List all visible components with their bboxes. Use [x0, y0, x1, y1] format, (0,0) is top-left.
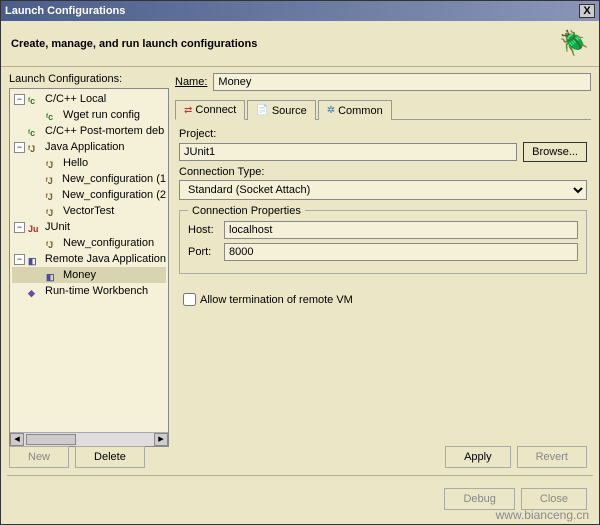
connection-properties-legend: Connection Properties: [188, 205, 305, 217]
tree-item-label: Run-time Workbench: [45, 283, 148, 299]
tab-source[interactable]: 📄 Source: [247, 100, 315, 120]
tree-item-label: Hello: [63, 155, 88, 171]
tree-item-label: Java Application: [45, 139, 125, 155]
watermark: www.bianceng.cn: [496, 508, 589, 522]
tab-connect[interactable]: ⇄ Connect: [175, 100, 245, 120]
tree-item-label: C/C++ Local: [45, 91, 106, 107]
expand-icon[interactable]: −: [14, 142, 25, 153]
source-icon: 📄: [256, 105, 268, 116]
window-title: Launch Configurations: [5, 5, 579, 17]
tree-item[interactable]: ᶠJNew_configuration: [12, 235, 166, 251]
j-icon: ᶠJ: [46, 157, 60, 169]
j-icon: ᶠJ: [28, 141, 42, 153]
tab-common[interactable]: ✲ Common: [318, 100, 392, 120]
delete-button[interactable]: Delete: [75, 446, 145, 468]
tree-item-label: Wget run config: [63, 107, 140, 123]
close-icon[interactable]: X: [579, 4, 595, 18]
common-icon: ✲: [327, 105, 335, 116]
allow-termination-label: Allow termination of remote VM: [200, 294, 353, 306]
allow-termination-checkbox[interactable]: [183, 293, 196, 306]
port-input[interactable]: [224, 243, 578, 261]
tree-item[interactable]: −ᶠJJava Application: [12, 139, 166, 155]
j-icon: ᶠJ: [46, 237, 60, 249]
j-icon: ᶠJ: [46, 205, 60, 217]
project-input[interactable]: [179, 143, 517, 161]
c-icon: ᶠc: [28, 93, 42, 105]
tree-item[interactable]: −ᶠcC/C++ Local: [12, 91, 166, 107]
connection-type-select[interactable]: Standard (Socket Attach): [179, 180, 587, 200]
tab-bar: ⇄ Connect 📄 Source ✲ Common: [175, 99, 591, 120]
connect-icon: ⇄: [184, 105, 192, 116]
tree-item-label: Remote Java Application: [45, 251, 166, 267]
ju-icon: Ju: [28, 221, 42, 233]
c-icon: ᶠc: [46, 109, 60, 121]
tree-item[interactable]: ᶠJVectorTest: [12, 203, 166, 219]
horizontal-scrollbar[interactable]: ◂ ▸: [10, 432, 168, 446]
tab-label: Connect: [195, 104, 236, 116]
tree-item[interactable]: −◧Remote Java Application: [12, 251, 166, 267]
tree-item-label: New_configuration (1: [62, 171, 166, 187]
tree-item-label: C/C++ Post-mortem deb: [45, 123, 164, 139]
config-tree-container: −ᶠcC/C++ LocalᶠcWget run configᶠcC/C++ P…: [9, 88, 169, 447]
tree-item-label: New_configuration: [63, 235, 154, 251]
tree-item-label: VectorTest: [63, 203, 114, 219]
tree-item-label: JUnit: [45, 219, 70, 235]
r-icon: ◧: [46, 269, 60, 281]
tree-item[interactable]: ᶠJNew_configuration (2: [12, 187, 166, 203]
scroll-left-icon[interactable]: ◂: [10, 433, 24, 446]
tree-item[interactable]: ᶠcC/C++ Post-mortem deb: [12, 123, 166, 139]
name-input[interactable]: [213, 73, 591, 91]
rt-icon: ◆: [28, 285, 42, 297]
tab-label: Source: [272, 105, 307, 117]
expand-icon[interactable]: −: [14, 254, 25, 265]
connection-properties-group: Connection Properties Host: Port:: [179, 210, 587, 274]
bug-icon: 🪲: [559, 29, 589, 58]
tree-item-label: New_configuration (2: [62, 187, 166, 203]
tree-item[interactable]: ◧Money: [12, 267, 166, 283]
connection-type-label: Connection Type:: [179, 166, 587, 178]
tree-item[interactable]: −JuJUnit: [12, 219, 166, 235]
port-label: Port:: [188, 246, 224, 258]
revert-button[interactable]: Revert: [517, 446, 587, 468]
scroll-right-icon[interactable]: ▸: [154, 433, 168, 446]
c-icon: ᶠc: [28, 125, 42, 137]
project-label: Project:: [179, 128, 587, 140]
j-icon: ᶠJ: [46, 189, 59, 201]
tree-item[interactable]: ◆Run-time Workbench: [12, 283, 166, 299]
tree-item[interactable]: ᶠJHello: [12, 155, 166, 171]
tree-item[interactable]: ᶠcWget run config: [12, 107, 166, 123]
host-label: Host:: [188, 224, 224, 236]
expand-icon[interactable]: −: [14, 94, 25, 105]
browse-button[interactable]: Browse...: [523, 142, 587, 162]
separator: [7, 475, 593, 476]
debug-button[interactable]: Debug: [444, 488, 514, 510]
host-input[interactable]: [224, 221, 578, 239]
header-text: Create, manage, and run launch configura…: [11, 38, 559, 50]
tree-item[interactable]: ᶠJNew_configuration (1: [12, 171, 166, 187]
config-tree[interactable]: −ᶠcC/C++ LocalᶠcWget run configᶠcC/C++ P…: [10, 89, 168, 399]
close-button[interactable]: Close: [521, 488, 587, 510]
apply-button[interactable]: Apply: [445, 446, 511, 468]
expand-icon[interactable]: −: [14, 222, 25, 233]
new-button[interactable]: New: [9, 446, 69, 468]
name-label: Name:: [175, 76, 207, 88]
tree-item-label: Money: [63, 267, 96, 283]
r-icon: ◧: [28, 253, 42, 265]
launch-config-dialog: Launch Configurations X Create, manage, …: [0, 0, 600, 525]
scroll-thumb[interactable]: [26, 434, 76, 445]
header: Create, manage, and run launch configura…: [1, 21, 599, 66]
j-icon: ᶠJ: [46, 173, 59, 185]
titlebar: Launch Configurations X: [1, 1, 599, 21]
tree-label: Launch Configurations:: [9, 73, 169, 85]
tab-label: Common: [338, 105, 383, 117]
